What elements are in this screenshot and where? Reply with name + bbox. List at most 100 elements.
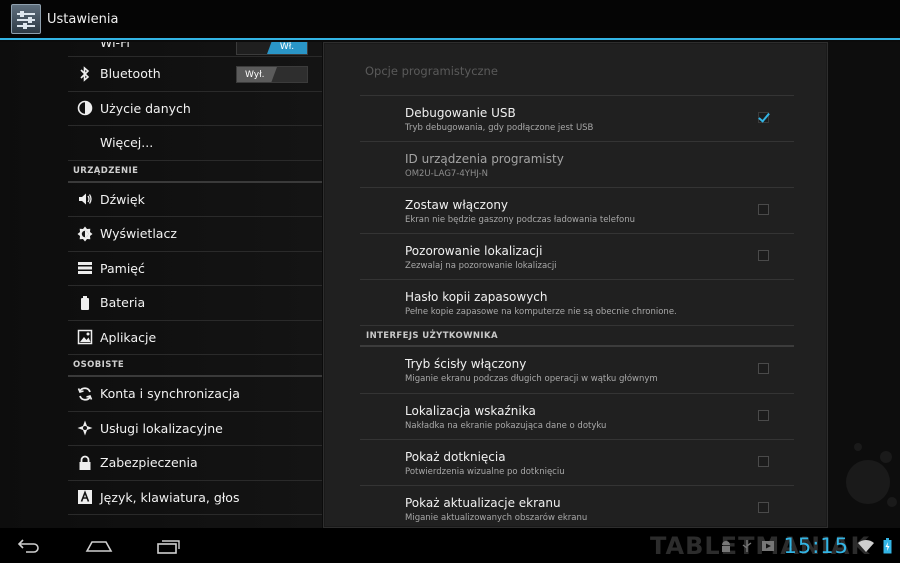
- option-summary: Ekran nie będzie gaszony podczas ładowan…: [405, 215, 635, 225]
- battery-status-icon: [883, 538, 892, 554]
- option-usb-debugging[interactable]: Debugowanie USB Tryb debugowania, gdy po…: [360, 95, 794, 141]
- option-summary: OM2U-LAG7-4YHJ-N: [405, 169, 488, 179]
- option-show-screen-updates[interactable]: Pokaż aktualizacje ekranu Miganie aktual…: [360, 485, 794, 531]
- show-touches-checkbox[interactable]: [758, 456, 769, 467]
- option-pointer-location[interactable]: Lokalizacja wskaźnika Nakładka na ekrani…: [360, 393, 794, 439]
- wifi-toggle-state: Wł.: [267, 42, 307, 54]
- option-title: Debugowanie USB: [405, 106, 516, 120]
- pointer-location-checkbox[interactable]: [758, 410, 769, 421]
- sidebar-item-label: Aplikacje: [100, 329, 157, 345]
- option-title: Lokalizacja wskaźnika: [405, 404, 536, 418]
- option-summary: Pełne kopie zapasowe na komputerze nie s…: [405, 307, 677, 317]
- storage-icon: [76, 259, 94, 277]
- panel-title: Opcje programistyczne: [365, 64, 498, 78]
- usb-icon: [741, 539, 753, 553]
- sidebar-item-battery[interactable]: Bateria: [68, 286, 322, 321]
- right-margin: [828, 42, 900, 528]
- option-summary: Miganie aktualizowanych obszarów ekranu: [405, 513, 588, 523]
- sidebar-item-label: Dźwięk: [100, 191, 145, 207]
- bluetooth-toggle-state: Wył.: [237, 67, 277, 82]
- option-title: Hasło kopii zapasowych: [405, 290, 548, 304]
- option-show-touches[interactable]: Pokaż dotknięcia Potwierdzenia wizualne …: [360, 439, 794, 485]
- status-area[interactable]: 15:15: [719, 531, 892, 561]
- sidebar-item-data-usage[interactable]: Użycie danych: [68, 92, 322, 126]
- sidebar-item-label: Bluetooth: [100, 66, 161, 82]
- media-icon: [761, 539, 775, 553]
- home-button[interactable]: [84, 536, 114, 556]
- usb-debugging-checkbox[interactable]: [758, 112, 769, 123]
- wifi-toggle[interactable]: Wł.: [236, 42, 308, 55]
- sidebar-item-location[interactable]: Usługi lokalizacyjne: [68, 412, 322, 446]
- option-summary: Zezwalaj na pozorowanie lokalizacji: [405, 261, 557, 271]
- recent-apps-button[interactable]: [154, 536, 184, 556]
- mock-locations-checkbox[interactable]: [758, 250, 769, 261]
- stay-awake-checkbox[interactable]: [758, 204, 769, 215]
- option-strict-mode[interactable]: Tryb ścisły włączony Miganie ekranu podc…: [360, 347, 794, 393]
- option-title: Zostaw włączony: [405, 198, 509, 212]
- option-summary: Nakładka na ekranie pokazująca dane o do…: [405, 421, 607, 431]
- option-summary: Tryb debugowania, gdy podłączone jest US…: [405, 123, 594, 133]
- bluetooth-icon: [76, 65, 94, 83]
- sidebar-item-display[interactable]: Wyświetlacz: [68, 217, 322, 252]
- sidebar-item-sound[interactable]: Dźwięk: [68, 183, 322, 217]
- sidebar-item-next[interactable]: [68, 515, 322, 528]
- wifi-icon: [76, 42, 94, 54]
- bluetooth-toggle[interactable]: Wył.: [236, 66, 308, 83]
- option-backup-password[interactable]: Hasło kopii zapasowych Pełne kopie zapas…: [360, 279, 794, 325]
- developer-options-panel: Opcje programistyczne Debugowanie USB Tr…: [323, 42, 828, 528]
- battery-icon: [76, 294, 94, 312]
- sidebar-item-label: Użycie danych: [100, 100, 191, 116]
- apps-icon: [76, 328, 94, 346]
- sidebar-item-label: Więcej...: [100, 135, 154, 151]
- section-header-personal: OSOBISTE: [68, 355, 322, 377]
- sidebar-item-wifi[interactable]: Wi-Fi Wł.: [68, 42, 322, 57]
- settings-app-icon[interactable]: [11, 4, 41, 34]
- sidebar-item-label: Wi-Fi: [100, 42, 130, 50]
- sidebar-item-label: Język, klawiatura, głos: [100, 489, 240, 505]
- language-icon: [76, 488, 94, 506]
- home-icon: [85, 540, 113, 552]
- sidebar-item-label: Wyświetlacz: [100, 226, 177, 242]
- sidebar-item-security[interactable]: Zabezpieczenia: [68, 446, 322, 481]
- action-bar: Ustawienia: [0, 0, 900, 40]
- app-title: Ustawienia: [47, 11, 119, 27]
- settings-categories: Wi-Fi Wł. Bluetooth Wył. Użycie danych W…: [0, 42, 322, 528]
- option-mock-locations[interactable]: Pozorowanie lokalizacji Zezwalaj na pozo…: [360, 233, 794, 279]
- sidebar-item-label: Bateria: [100, 295, 146, 311]
- option-summary: Miganie ekranu podczas długich operacji …: [405, 374, 658, 384]
- brightness-icon: [76, 225, 94, 243]
- option-stay-awake[interactable]: Zostaw włączony Ekran nie będzie gaszony…: [360, 187, 794, 233]
- option-title: Pozorowanie lokalizacji: [405, 244, 543, 258]
- speaker-icon: [76, 190, 94, 208]
- sidebar-item-bluetooth[interactable]: Bluetooth Wył.: [68, 57, 322, 92]
- sidebar-item-label: Pamięć: [100, 260, 145, 276]
- sidebar-item-apps[interactable]: Aplikacje: [68, 321, 322, 355]
- section-header-user-interface: INTERFEJS UŻYTKOWNIKA: [360, 325, 794, 347]
- strict-mode-checkbox[interactable]: [758, 363, 769, 374]
- sidebar-item-label: Zabezpieczenia: [100, 455, 198, 471]
- section-header-device: URZĄDZENIE: [68, 161, 322, 183]
- sidebar-item-language[interactable]: Język, klawiatura, głos: [68, 481, 322, 515]
- data-usage-icon: [76, 99, 94, 117]
- location-icon: [76, 419, 94, 437]
- option-title: ID urządzenia programisty: [405, 152, 564, 166]
- back-button[interactable]: [14, 536, 44, 556]
- sidebar-item-label: Usługi lokalizacyjne: [100, 420, 223, 436]
- option-title: Pokaż dotknięcia: [405, 450, 506, 464]
- lock-icon: [76, 454, 94, 472]
- splash-watermark-icon: [846, 443, 897, 507]
- sync-icon: [76, 385, 94, 403]
- show-screen-updates-checkbox[interactable]: [758, 502, 769, 513]
- back-icon: [17, 538, 39, 553]
- android-debug-icon: [719, 539, 733, 553]
- sidebar-item-label: Konta i synchronizacja: [100, 386, 240, 402]
- wifi-signal-icon: [857, 539, 875, 553]
- sidebar-item-accounts[interactable]: Konta i synchronizacja: [68, 377, 322, 412]
- option-title: Tryb ścisły włączony: [405, 357, 527, 371]
- option-developer-device-id: ID urządzenia programisty OM2U-LAG7-4YHJ…: [360, 141, 794, 187]
- option-title: Pokaż aktualizacje ekranu: [405, 496, 561, 510]
- developer-options-list: Debugowanie USB Tryb debugowania, gdy po…: [360, 95, 794, 531]
- sidebar-item-more[interactable]: Więcej...: [68, 126, 322, 161]
- clock: 15:15: [783, 534, 849, 558]
- sidebar-item-storage[interactable]: Pamięć: [68, 252, 322, 286]
